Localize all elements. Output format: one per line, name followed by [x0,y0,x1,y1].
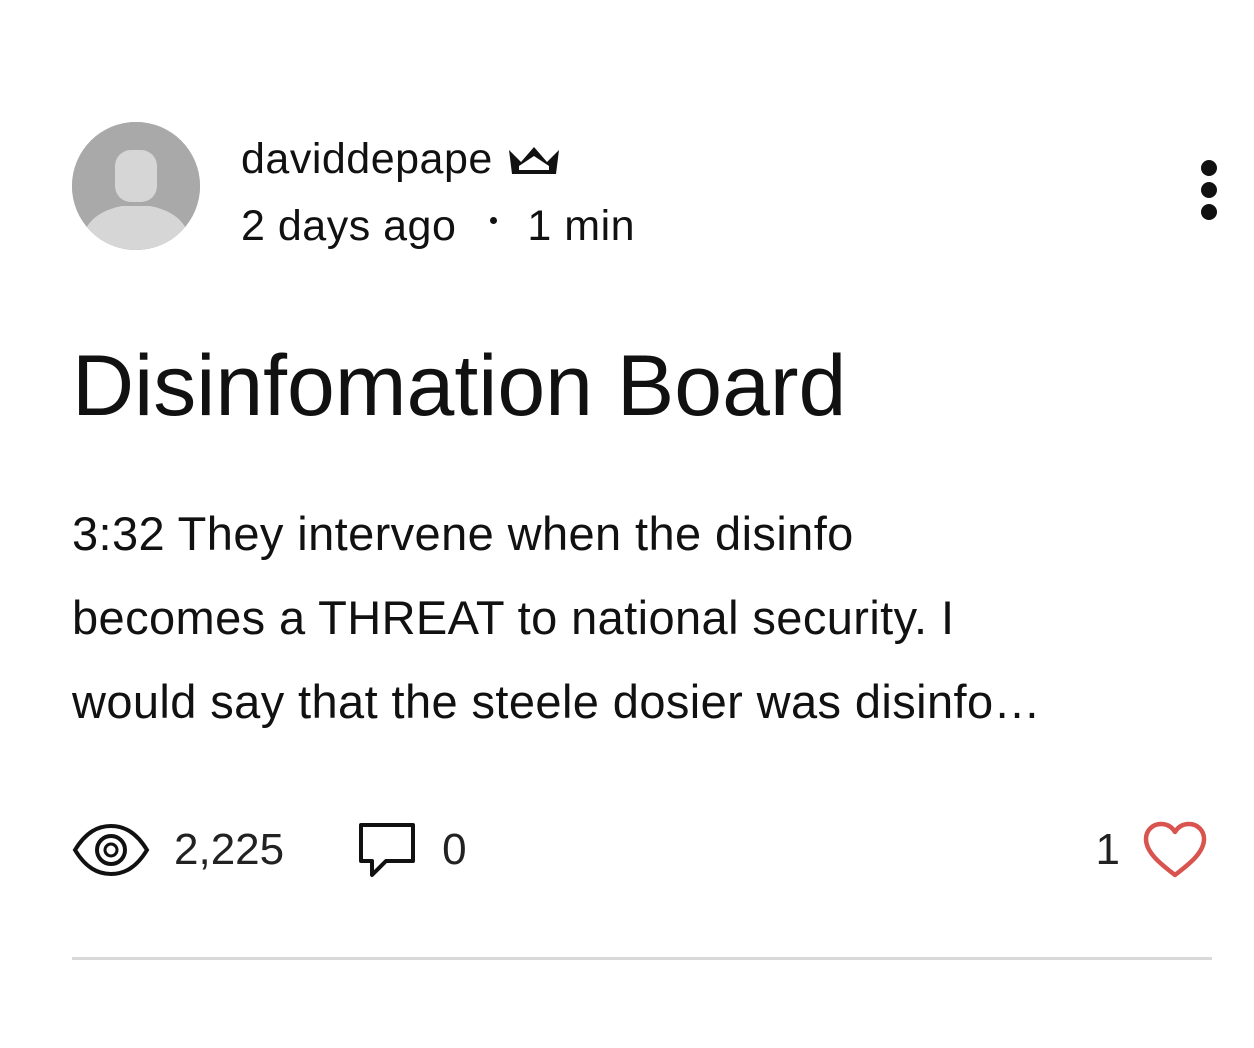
heart-icon[interactable] [1142,821,1208,879]
excerpt-line: would say that the steele dosier was dis… [72,675,1041,728]
eye-icon [72,823,150,877]
more-options-button[interactable] [1188,152,1232,228]
excerpt-line: becomes a THREAT to national security. I [72,591,955,644]
more-vertical-icon [1201,204,1217,220]
comments-stat[interactable]: 0 [356,820,467,880]
author-name-row[interactable]: daviddepape [241,133,561,185]
excerpt-line: 3:32 They intervene when the disinfo [72,507,854,560]
post-stats: 2,225 0 [72,818,467,882]
likes-stat[interactable]: 1 [1096,818,1208,882]
post-title[interactable]: Disinfomation Board [72,336,846,436]
post-excerpt[interactable]: 3:32 They intervene when the disinfo bec… [72,492,1222,744]
comment-icon [359,823,416,877]
post-meta: 2 days ago 1 min [241,200,635,252]
meta-separator-dot [490,216,498,224]
author-avatar[interactable] [72,122,200,250]
likes-count: 1 [1095,825,1120,874]
views-count: 2,225 [174,825,285,874]
default-avatar-icon [72,122,200,250]
comments-count: 0 [442,825,467,874]
post-divider [72,957,1212,960]
author-name[interactable]: daviddepape [241,133,493,185]
blog-post-card[interactable]: daviddepape 2 days ago 1 min Disinfomati… [0,0,1254,1048]
read-time: 1 min [527,202,636,250]
views-stat: 2,225 [72,823,284,877]
crown-icon [508,147,559,174]
more-vertical-icon [1201,160,1217,176]
post-date: 2 days ago [241,202,457,250]
more-vertical-icon [1201,182,1217,198]
